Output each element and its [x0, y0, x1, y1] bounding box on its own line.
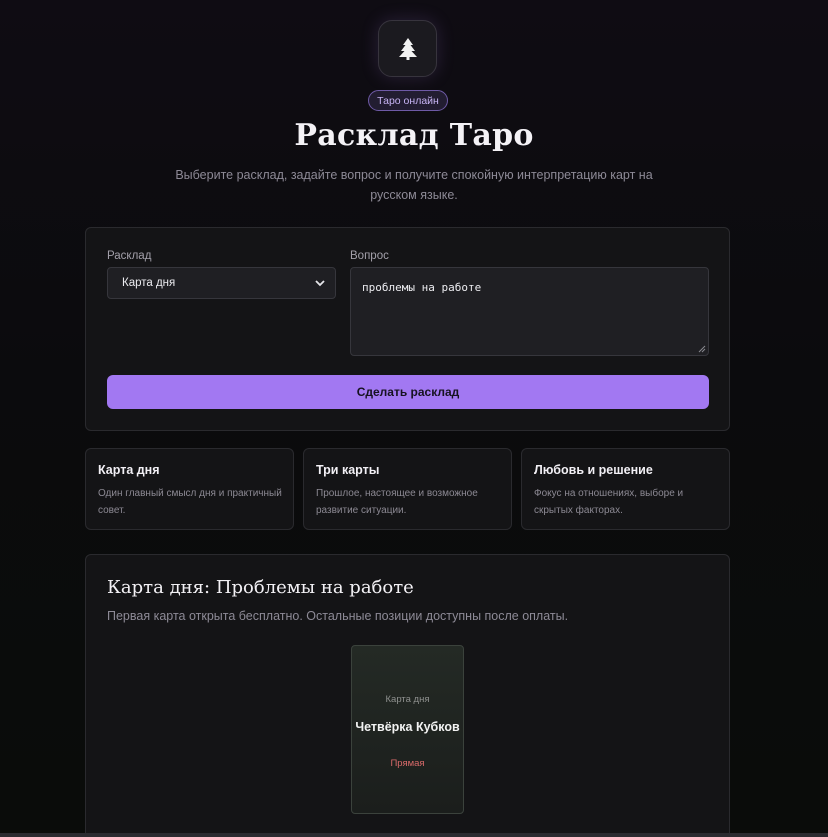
page-subtitle: Выберите расклад, задайте вопрос и получ… — [175, 168, 653, 202]
spread-card-description: Один главный смысл дня и практичный сове… — [98, 488, 282, 516]
question-value: проблемы на работе — [362, 281, 482, 294]
result-note: Первая карта открыта бесплатно. Остальны… — [107, 609, 569, 623]
spread-card-title: Три карты — [316, 463, 380, 477]
tarot-card[interactable]: Карта дня Четвёрка Кубков Прямая — [351, 645, 464, 814]
tarot-card-orientation: Прямая — [390, 758, 425, 769]
question-textarea[interactable]: проблемы на работе — [350, 267, 709, 356]
result-panel: Карта дня: Проблемы на работе Первая кар… — [85, 554, 730, 837]
spread-form: Расклад Карта дня Вопрос проблемы на раб… — [85, 227, 730, 431]
spread-card-three[interactable]: Три карты Прошлое, настоящее и возможное… — [303, 448, 512, 530]
result-title: Карта дня: Проблемы на работе — [107, 577, 414, 598]
page-bottom-edge — [0, 833, 828, 837]
spread-card-title: Карта дня — [98, 463, 160, 477]
badge: Таро онлайн — [368, 90, 448, 111]
logo — [378, 20, 437, 77]
page-title: Расклад Таро — [294, 118, 534, 153]
tarot-card-position: Карта дня — [385, 694, 430, 705]
tarot-card-name: Четвёрка Кубков — [355, 720, 460, 734]
spread-card-title: Любовь и решение — [534, 463, 653, 477]
spread-card-description: Фокус на отношениях, выборе и скрытых фа… — [534, 488, 684, 516]
submit-button[interactable]: Сделать расклад — [107, 375, 709, 409]
resize-grip-icon[interactable] — [698, 345, 706, 353]
spread-select[interactable]: Карта дня — [107, 267, 336, 299]
spread-card-day[interactable]: Карта дня Один главный смысл дня и практ… — [85, 448, 294, 530]
spread-card-description: Прошлое, настоящее и возможное развитие … — [316, 488, 478, 516]
question-label: Вопрос — [350, 250, 389, 262]
tree-icon — [398, 37, 417, 60]
chevron-down-icon — [315, 280, 325, 287]
spread-card-love[interactable]: Любовь и решение Фокус на отношениях, вы… — [521, 448, 730, 530]
spread-label: Расклад — [107, 250, 152, 262]
spread-select-value: Карта дня — [122, 277, 176, 289]
